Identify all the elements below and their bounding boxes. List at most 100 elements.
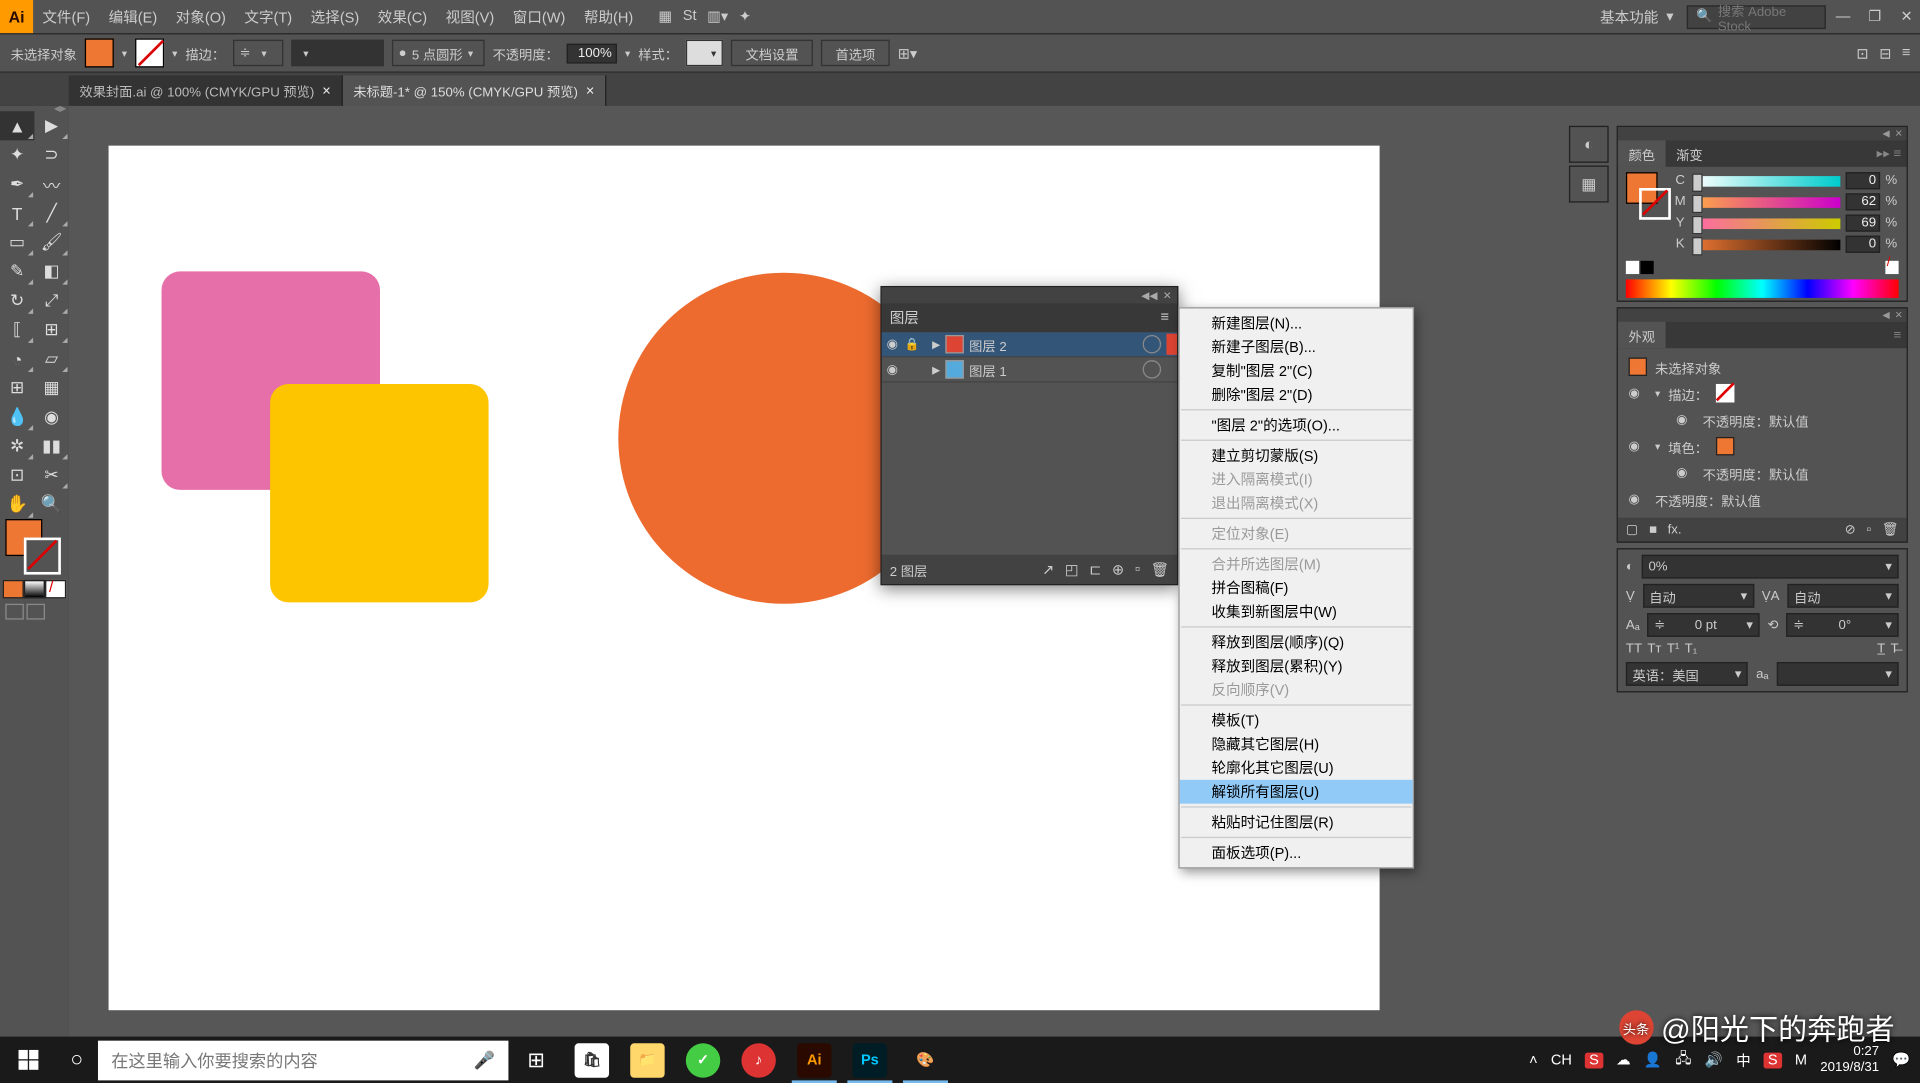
collapse-icon[interactable]: ◀ [1882, 128, 1889, 139]
symbol-sprayer-tool[interactable]: ✲ [0, 432, 34, 461]
baseline-field[interactable]: ≑0 pt▾ [1648, 613, 1760, 637]
menu-view[interactable]: 视图(V) [436, 0, 503, 33]
preferences-button[interactable]: 首选项 [821, 40, 890, 66]
gradient-tab[interactable]: 渐变 [1666, 140, 1714, 166]
context-menu-item[interactable]: 拼合图稿(F) [1180, 576, 1413, 600]
fill-swatch[interactable] [85, 38, 114, 67]
make-clipping-mask-icon[interactable]: ◰ [1065, 561, 1079, 578]
locate-object-icon[interactable]: ↗ [1042, 561, 1054, 578]
expand-icon[interactable]: ▶ [932, 363, 945, 375]
add-stroke-icon[interactable]: ▢ [1626, 522, 1639, 537]
align-icon[interactable]: ⊟ [1879, 44, 1891, 61]
context-menu-item[interactable]: 新建图层(N)... [1180, 311, 1413, 335]
close-icon[interactable]: × [322, 83, 331, 99]
color-fill-stroke[interactable] [1626, 172, 1668, 225]
eyedropper-tool[interactable]: 💧 [0, 402, 34, 431]
shaper-tool[interactable]: ✎ [0, 257, 34, 286]
window-minimize[interactable]: — [1828, 5, 1857, 29]
width-tool[interactable]: ⟦ [0, 315, 34, 344]
tracking-field[interactable]: 自动▾ [1787, 584, 1898, 608]
underline-button[interactable]: T̲ [1877, 642, 1885, 657]
subscript-button[interactable]: T₁ [1685, 642, 1698, 657]
close-icon[interactable]: ✕ [1895, 310, 1903, 321]
context-menu-item[interactable]: 收集到新图层中(W) [1180, 600, 1413, 624]
mesh-tool[interactable]: ⊞ [0, 373, 34, 402]
context-menu-item[interactable]: "图层 2"的选项(O)... [1180, 413, 1413, 437]
visibility-icon[interactable]: ◉ [882, 337, 903, 352]
new-layer-icon2[interactable]: ▫ [1135, 561, 1140, 578]
context-menu-item[interactable]: 复制"图层 2"(C) [1180, 359, 1413, 383]
selection-tool[interactable]: ▲ [0, 111, 34, 140]
graphic-style[interactable]: ▾ [686, 40, 723, 66]
blend-tool[interactable]: ◉ [34, 402, 68, 431]
new-layer-icon[interactable]: ⊕ [1112, 561, 1124, 578]
visibility-icon[interactable]: ◉ [882, 362, 903, 377]
shape-yellow-square[interactable] [270, 384, 488, 602]
value-k[interactable]: 0 [1846, 236, 1880, 253]
document-tab[interactable]: 未标题-1* @ 150% (CMYK/GPU 预览)× [343, 75, 607, 105]
curvature-tool[interactable]: 〰 [34, 169, 68, 198]
bridge-icon[interactable]: ▦ [658, 8, 672, 25]
side-swatches-icon[interactable]: ▦ [1569, 166, 1609, 203]
window-restore[interactable]: ❐ [1860, 5, 1889, 29]
workspace-switcher[interactable]: 基本功能▾ [1589, 3, 1684, 29]
menu-effect[interactable]: 效果(C) [369, 0, 437, 33]
target-icon[interactable] [1143, 360, 1162, 379]
layers-tab[interactable]: 图层 [890, 307, 919, 328]
tray-onedrive-icon[interactable]: ☁ [1616, 1051, 1631, 1068]
add-effect-icon[interactable]: fx. [1668, 522, 1682, 537]
superscript-button[interactable]: T¹ [1667, 642, 1680, 657]
document-tab[interactable]: 效果封面.ai @ 100% (CMYK/GPU 预览)× [69, 75, 343, 105]
screen-mode-normal[interactable] [5, 604, 24, 620]
toolbox-stroke[interactable] [24, 538, 61, 575]
fill-swatch[interactable] [1716, 437, 1735, 456]
cortana-button[interactable]: ○ [56, 1048, 98, 1072]
type-tool[interactable]: T [0, 199, 34, 228]
context-menu-item[interactable]: 建立剪切蒙版(S) [1180, 444, 1413, 468]
close-icon[interactable]: × [586, 83, 595, 99]
tray-volume-icon[interactable]: 🔊 [1705, 1051, 1723, 1068]
tray-ime-mode[interactable]: 中 [1736, 1049, 1751, 1070]
collapse-icon[interactable]: ◀◀ [1141, 289, 1157, 301]
tray-chevron-icon[interactable]: ˄ [1529, 1052, 1538, 1068]
transform-icon[interactable]: ⊡ [1856, 44, 1868, 61]
strikethrough-button[interactable]: T̶ [1891, 642, 1899, 657]
allcaps-button[interactable]: TT [1626, 642, 1642, 657]
paintbrush-tool[interactable]: 🖌 [34, 228, 68, 257]
value-m[interactable]: 62 [1846, 193, 1880, 210]
menu-file[interactable]: 文件(F) [33, 0, 99, 33]
appearance-tab[interactable]: 外观 [1618, 322, 1666, 348]
context-menu-item[interactable]: 释放到图层(顺序)(Q) [1180, 630, 1413, 654]
mic-icon[interactable]: 🎤 [474, 1049, 495, 1070]
eraser-tool[interactable]: ◧ [34, 257, 68, 286]
panel-menu-icon[interactable]: ▸▸ ≡ [1866, 140, 1907, 166]
direct-selection-tool[interactable]: ▶ [34, 111, 68, 140]
panel-menu-icon[interactable]: ≡ [1902, 44, 1911, 61]
taskbar-360[interactable]: ✓ [675, 1037, 731, 1083]
expand-icon[interactable]: ▾ [1655, 387, 1660, 399]
collapse-icon[interactable]: ◀ [1882, 310, 1889, 321]
gradient-tool[interactable]: ▦ [34, 373, 68, 402]
value-y[interactable]: 69 [1846, 214, 1880, 231]
stock-icon[interactable]: St [683, 8, 697, 25]
slider-m[interactable] [1692, 197, 1840, 208]
visibility-icon[interactable]: ◉ [1629, 386, 1648, 401]
layer-name[interactable]: 图层 2 [964, 334, 1143, 354]
visibility-icon[interactable]: ◉ [1676, 412, 1695, 427]
layer-row[interactable]: ◉ 🔒 ▶ 图层 2 [882, 332, 1177, 357]
tray-clock[interactable]: 0:272019/8/31 [1820, 1044, 1879, 1076]
rectangle-tool[interactable]: ▭ [0, 228, 34, 257]
context-menu-item[interactable]: 释放到图层(累积)(Y) [1180, 654, 1413, 678]
opacity-dropdown[interactable]: 0%▾ [1642, 555, 1899, 579]
value-c[interactable]: 0 [1846, 172, 1880, 189]
shape-builder-tool[interactable]: ◔ [0, 344, 34, 373]
gpu-icon[interactable]: ✦ [739, 8, 751, 25]
artboard-tool[interactable]: ⊡ [0, 461, 34, 490]
column-graph-tool[interactable]: ▮▮ [34, 432, 68, 461]
panel-menu-icon[interactable]: ≡ [1161, 310, 1170, 326]
slider-y[interactable] [1692, 218, 1840, 229]
screen-mode-full[interactable] [26, 604, 45, 620]
context-menu-item[interactable]: 新建子图层(B)... [1180, 335, 1413, 359]
context-menu-item[interactable]: 删除"图层 2"(D) [1180, 383, 1413, 407]
expand-icon[interactable]: ▶ [932, 338, 945, 350]
